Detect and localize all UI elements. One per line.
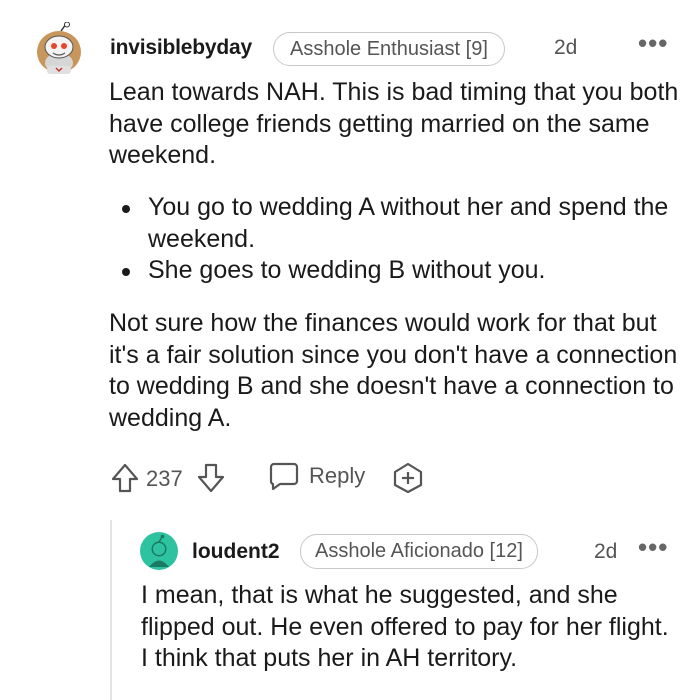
reply-label: Reply bbox=[309, 463, 366, 488]
arrow-up-outline-icon bbox=[111, 463, 139, 493]
user-flair: Asshole Enthusiast [9] bbox=[273, 32, 505, 66]
timestamp: 2d bbox=[554, 36, 578, 59]
list-item: She goes to wedding B without you. bbox=[118, 255, 678, 287]
downvote-button[interactable] bbox=[196, 462, 226, 494]
comment-paragraph: Lean towards NAH. This is bad timing tha… bbox=[109, 78, 679, 169]
reply-user-flair: Asshole Aficionado [12] bbox=[300, 534, 538, 569]
vote-score: 237 bbox=[146, 466, 183, 491]
reply-button[interactable]: Reply bbox=[268, 460, 365, 492]
award-plus-icon bbox=[393, 462, 423, 494]
more-options-icon[interactable]: ••• bbox=[638, 532, 668, 563]
upvote-button[interactable] bbox=[110, 462, 140, 494]
thread-line[interactable] bbox=[110, 520, 112, 700]
reply-body: I mean, that is what he suggested, and s… bbox=[141, 581, 669, 672]
reply-timestamp: 2d bbox=[594, 540, 618, 563]
comment-bullet-list: You go to wedding A without her and spen… bbox=[118, 192, 678, 287]
reply-username[interactable]: loudent2 bbox=[192, 540, 280, 564]
user-avatar[interactable] bbox=[34, 21, 84, 74]
speech-bubble-icon bbox=[269, 462, 299, 491]
username[interactable]: invisiblebyday bbox=[110, 36, 252, 60]
more-options-icon[interactable]: ••• bbox=[638, 28, 668, 59]
list-item: You go to wedding A without her and spen… bbox=[118, 192, 678, 255]
award-button[interactable] bbox=[392, 462, 424, 494]
arrow-down-outline-icon bbox=[197, 463, 225, 493]
reply-user-avatar[interactable] bbox=[140, 532, 178, 570]
comment-paragraph: Not sure how the finances would work for… bbox=[109, 309, 678, 432]
